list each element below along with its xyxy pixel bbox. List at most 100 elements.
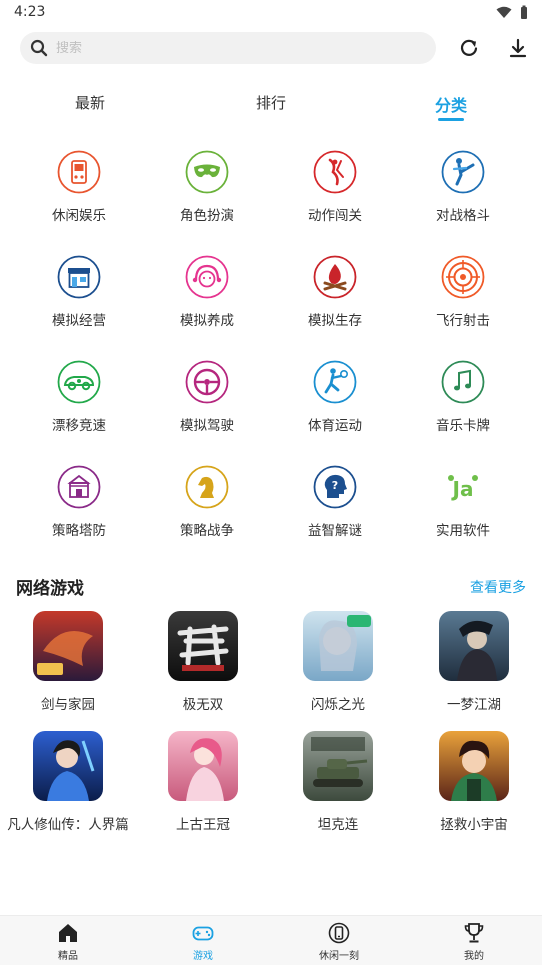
game-thumbnail [33, 731, 103, 801]
game-thumbnail [33, 611, 103, 681]
target-icon [441, 255, 485, 299]
game-item[interactable]: 拯救小宇宙 [406, 731, 542, 833]
nav-label: 休闲一刻 [319, 951, 359, 962]
action-figure-icon [313, 150, 357, 194]
category-sports[interactable]: 体育运动 [271, 356, 399, 456]
game-thumbnail [303, 611, 373, 681]
phone-game-icon [328, 922, 350, 944]
game-name: 极无双 [182, 697, 224, 713]
refresh-button[interactable] [457, 36, 481, 60]
category-label: 漂移竞速 [52, 418, 106, 434]
trophy-icon [464, 923, 484, 943]
game-item[interactable]: 极无双 [135, 611, 271, 713]
category-action[interactable]: 动作闯关 [271, 146, 399, 246]
section-title: 网络游戏 [16, 579, 84, 599]
home-icon [59, 924, 77, 942]
tab-category[interactable]: 分类 [411, 92, 491, 121]
game-item[interactable]: 凡人修仙传：人界篇 [0, 731, 136, 833]
category-label: 模拟经营 [52, 313, 106, 329]
nav-featured[interactable]: 精品 [18, 922, 118, 962]
mask-icon [185, 150, 229, 194]
category-utility-apps[interactable]: Ja 实用软件 [399, 461, 527, 561]
game-thumbnail [439, 611, 509, 681]
active-tab-indicator [438, 118, 464, 121]
tab-ranking[interactable]: 排行 [231, 92, 311, 113]
game-item[interactable]: 坦克连 [270, 731, 406, 833]
bottom-nav: 精品 游戏 休闲一刻 我的 [0, 915, 542, 965]
gameboy-icon [57, 150, 101, 194]
girl-face-icon [185, 255, 229, 299]
category-puzzle[interactable]: ? 益智解谜 [271, 461, 399, 561]
download-button[interactable] [506, 36, 530, 60]
nav-label: 我的 [464, 951, 484, 962]
category-music-cards[interactable]: 音乐卡牌 [399, 356, 527, 456]
category-driving[interactable]: 模拟驾驶 [143, 356, 271, 456]
category-label: 策略战争 [180, 523, 234, 539]
game-item[interactable]: 上古王冠 [135, 731, 271, 833]
search-icon [30, 39, 48, 57]
nav-label: 精品 [58, 951, 78, 962]
category-label: 飞行射击 [436, 313, 490, 329]
category-racing[interactable]: 漂移竞速 [15, 356, 143, 456]
search-input[interactable] [56, 40, 396, 56]
category-label: 模拟生存 [308, 313, 362, 329]
category-fighting[interactable]: 对战格斗 [399, 146, 527, 246]
category-survival[interactable]: 模拟生存 [271, 251, 399, 351]
nav-games[interactable]: 游戏 [153, 922, 253, 962]
category-tower-defense[interactable]: 策略塔防 [15, 461, 143, 561]
steering-wheel-icon [185, 360, 229, 404]
view-more-link[interactable]: 查看更多 [470, 577, 526, 597]
category-label: 益智解谜 [308, 523, 362, 539]
gamepad-icon [192, 926, 214, 941]
game-name: 闪烁之光 [311, 697, 365, 713]
race-car-icon [57, 360, 101, 404]
kick-fighter-icon [441, 150, 485, 194]
game-item[interactable]: 闪烁之光 [270, 611, 406, 713]
tower-icon [57, 465, 101, 509]
status-time: 4:23 [14, 4, 46, 20]
status-bar: 4:23 [0, 0, 542, 24]
storefront-icon [57, 255, 101, 299]
nav-profile[interactable]: 我的 [424, 922, 524, 962]
game-item[interactable]: 剑与家园 [0, 611, 136, 713]
refresh-icon [460, 39, 478, 56]
game-name: 凡人修仙传：人界篇 [7, 817, 129, 833]
game-thumbnail [439, 731, 509, 801]
category-simulation-raising[interactable]: 模拟养成 [143, 251, 271, 351]
game-name: 上古王冠 [176, 817, 230, 833]
wifi-icon [496, 6, 512, 18]
game-thumbnail [168, 731, 238, 801]
svg-text:?: ? [332, 479, 338, 492]
nav-leisure[interactable]: 休闲一刻 [289, 922, 389, 962]
game-name: 剑与家园 [41, 697, 95, 713]
category-label: 动作闯关 [308, 208, 362, 224]
category-label: 对战格斗 [436, 208, 490, 224]
svg-text:Ja: Ja [451, 477, 474, 501]
tab-bar: 最新 排行 分类 [0, 88, 542, 124]
game-item[interactable]: 一梦江湖 [406, 611, 542, 713]
category-shooting[interactable]: 飞行射击 [399, 251, 527, 351]
tab-latest[interactable]: 最新 [50, 92, 130, 113]
category-label: 模拟驾驶 [180, 418, 234, 434]
music-note-icon [441, 360, 485, 404]
category-rpg[interactable]: 角色扮演 [143, 146, 271, 246]
category-label: 实用软件 [436, 523, 490, 539]
brain-puzzle-icon: ? [313, 465, 357, 509]
chess-knight-icon [185, 465, 229, 509]
category-label: 角色扮演 [180, 208, 234, 224]
game-name: 拯救小宇宙 [440, 817, 508, 833]
category-label: 体育运动 [308, 418, 362, 434]
battery-icon [521, 5, 527, 19]
apps-letters-icon: Ja [448, 475, 478, 501]
category-casual[interactable]: 休闲娱乐 [15, 146, 143, 246]
game-name: 坦克连 [317, 817, 359, 833]
search-bar[interactable] [20, 32, 436, 64]
category-simulation-business[interactable]: 模拟经营 [15, 251, 143, 351]
game-thumbnail [168, 611, 238, 681]
campfire-icon [313, 255, 357, 299]
nav-label: 游戏 [193, 951, 213, 962]
category-label: 策略塔防 [52, 523, 106, 539]
game-name: 一梦江湖 [447, 697, 501, 713]
category-war-strategy[interactable]: 策略战争 [143, 461, 271, 561]
tennis-player-icon [313, 360, 357, 404]
